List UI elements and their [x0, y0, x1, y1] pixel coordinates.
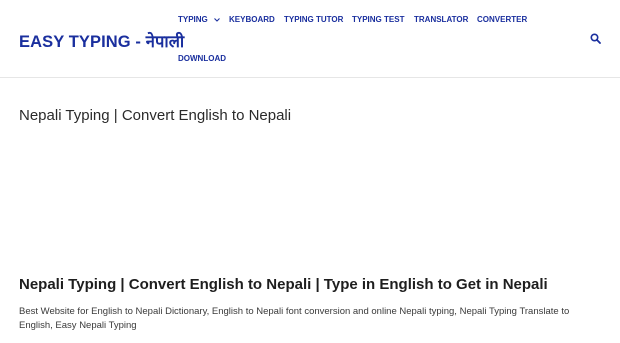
- site-header: EASY TYPING - नेपाली TYPING KEYBOARD TYP…: [0, 0, 620, 78]
- description-text: Best Website for English to Nepali Dicti…: [19, 306, 570, 331]
- section-heading: Nepali Typing | Convert English to Nepal…: [19, 276, 548, 293]
- nav-item-translator[interactable]: TRANSLATOR: [414, 15, 468, 24]
- page-title: Nepali Typing | Convert English to Nepal…: [19, 107, 292, 124]
- site-logo[interactable]: EASY TYPING - नेपाली: [19, 29, 184, 52]
- search-icon[interactable]: [590, 33, 601, 44]
- nav-item-typing[interactable]: TYPING: [178, 15, 220, 24]
- nav-item-label: TYPING: [178, 15, 208, 24]
- nav-item-converter[interactable]: CONVERTER: [477, 15, 527, 24]
- nav-item-keyboard[interactable]: KEYBOARD: [229, 15, 275, 24]
- ad-space: [19, 140, 599, 258]
- nav-item-typing-test[interactable]: TYPING TEST: [352, 15, 404, 24]
- nav-item-typing-tutor[interactable]: TYPING TUTOR: [284, 15, 343, 24]
- nav-item-download[interactable]: DOWNLOAD: [178, 54, 226, 63]
- chevron-down-icon: [214, 18, 220, 22]
